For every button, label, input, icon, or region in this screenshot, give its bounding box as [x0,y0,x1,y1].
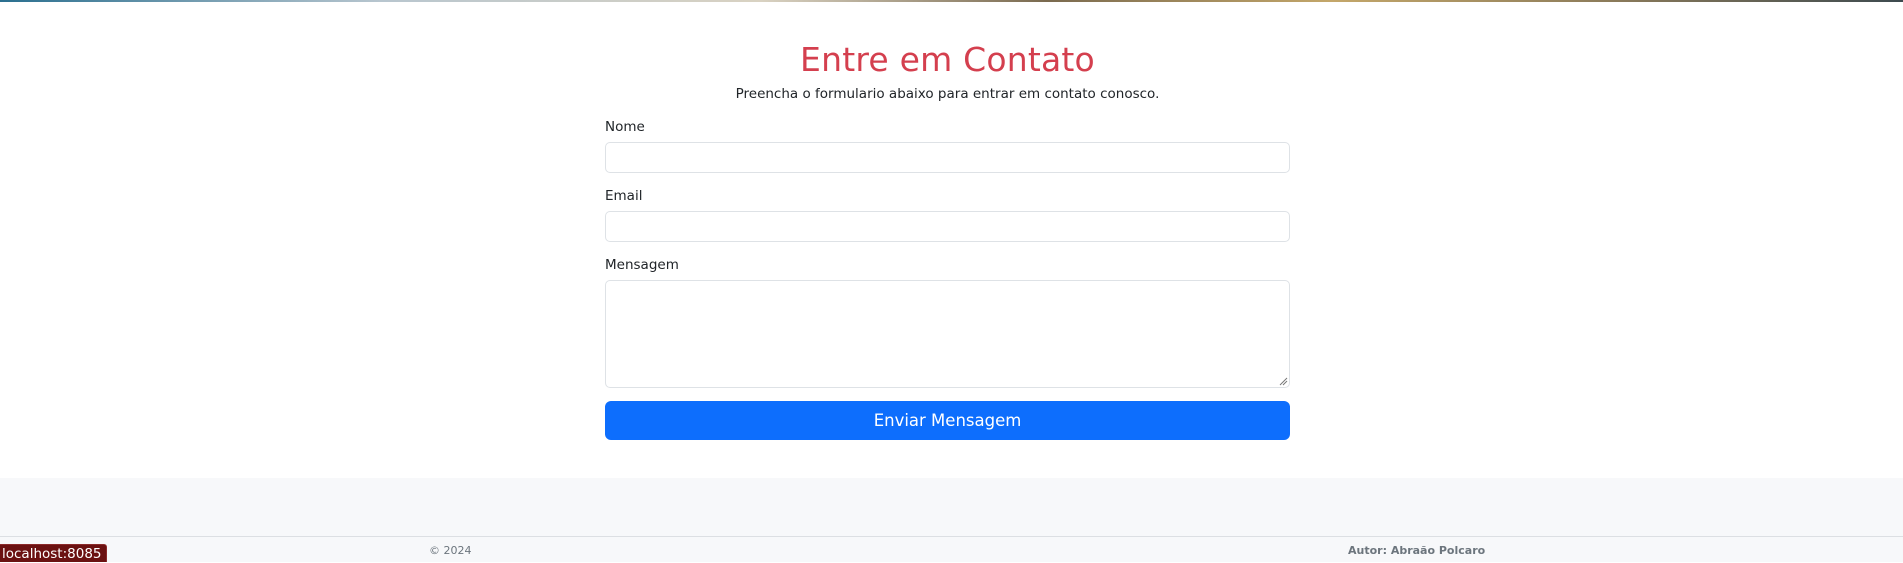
name-label: Nome [605,119,645,135]
footer-divider [0,536,1903,537]
footer-copyright: © 2024 [429,544,472,557]
page-subtitle: Preencha o formulario abaixo para entrar… [735,86,1160,102]
page-title: Entre em Contato [800,40,1095,79]
message-label: Mensagem [605,257,679,273]
send-message-button[interactable]: Enviar Mensagem [605,401,1290,440]
footer-author: Autor: Abraão Polcaro [1348,544,1486,557]
email-label: Email [605,188,643,204]
browser-status-url: localhost:8085 [0,544,107,562]
resize-grip-icon[interactable] [1279,377,1288,386]
header-image-strip [0,0,1903,2]
email-input[interactable] [605,211,1290,242]
message-textarea[interactable] [605,280,1290,388]
footer-background [0,478,1903,562]
name-input[interactable] [605,142,1290,173]
